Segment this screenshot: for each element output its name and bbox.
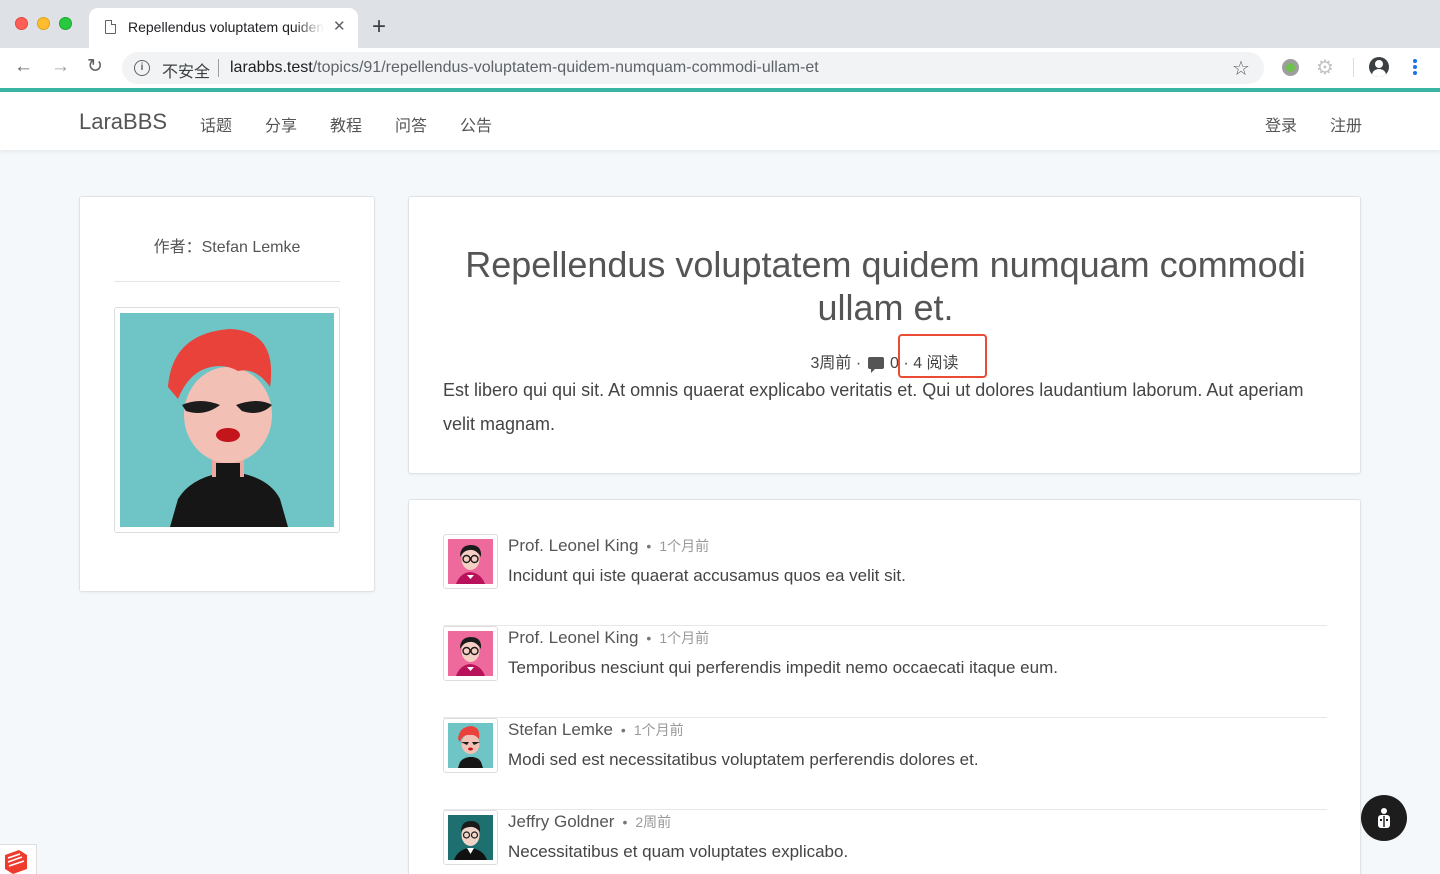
nav-link-announcement[interactable]: 公告 xyxy=(460,112,492,136)
reply-author[interactable]: Prof. Leonel King xyxy=(508,628,638,647)
topic-meta: 3周前 · 0 · 4 阅读 xyxy=(409,349,1360,373)
back-icon[interactable]: ← xyxy=(14,56,33,78)
toolbar-divider xyxy=(1353,58,1354,77)
reply-author[interactable]: Jeffry Goldner xyxy=(508,812,614,831)
browser-toolbar: ← → ↻ i 不安全 larabbs.test/topics/91/repel… xyxy=(0,48,1440,88)
reload-icon[interactable]: ↻ xyxy=(87,56,103,78)
info-icon[interactable]: i xyxy=(134,60,150,76)
topic-title: Repellendus voluptatem quidem numquam co… xyxy=(465,244,1306,328)
reply-avatar[interactable] xyxy=(443,810,498,865)
reply-text: Incidunt qui iste quaerat accusamus quos… xyxy=(508,566,906,585)
avatar-red-hair-illustration xyxy=(448,723,493,768)
avatar-pink-glasses-illustration xyxy=(448,631,493,676)
forward-icon[interactable]: → xyxy=(51,56,70,78)
author-divider xyxy=(114,281,340,282)
extension-gear-icon[interactable]: ⚙ xyxy=(1316,55,1334,80)
avatar-pink-glasses-illustration xyxy=(448,539,493,584)
avatar-red-hair-illustration xyxy=(120,313,334,527)
window-close-button[interactable] xyxy=(15,17,28,30)
window-minimize-button[interactable] xyxy=(37,17,50,30)
nav-link-tutorial[interactable]: 教程 xyxy=(330,112,362,136)
reply-item: Prof. Leonel King • 1个月前 Temporibus nesciu… xyxy=(443,626,1327,718)
tab-close-icon[interactable]: ✕ xyxy=(333,18,346,36)
browser-tab[interactable]: Repellendus voluptatem quidem numquam co… xyxy=(89,8,358,48)
debug-bar-button[interactable] xyxy=(1361,795,1407,841)
author-label: 作者：Stefan Lemke xyxy=(153,239,301,256)
url-path: /topics/91/repellendus-voluptatem-quidem… xyxy=(312,59,819,76)
security-label: 不安全 xyxy=(162,64,211,81)
address-bar[interactable]: i 不安全 larabbs.test/topics/91/repellendus… xyxy=(122,52,1264,84)
omnibox-divider xyxy=(218,59,219,77)
reply-dot: • xyxy=(646,538,652,554)
author-avatar[interactable] xyxy=(114,307,340,533)
reply-time: 1个月前 xyxy=(633,722,684,738)
reply-avatar[interactable] xyxy=(443,718,498,773)
document-icon xyxy=(105,20,116,34)
reply-dot: • xyxy=(622,814,628,830)
nav-link-share[interactable]: 分享 xyxy=(265,112,297,136)
url-text[interactable]: larabbs.test/topics/91/repellendus-volup… xyxy=(230,59,819,77)
site-navbar: LaraBBS 话题 分享 教程 问答 公告 登录 注册 xyxy=(0,92,1440,150)
url-host: larabbs.test xyxy=(230,59,313,76)
topic-body: Est libero qui qui sit. At omnis quaerat… xyxy=(443,380,1304,434)
tab-title: Repellendus voluptatem quidem numquam co… xyxy=(128,19,324,35)
reply-dot: • xyxy=(646,630,652,646)
meta-separator: · xyxy=(855,355,866,372)
reply-item: Jeffry Goldner • 2周前 Necessitatibus et qua… xyxy=(443,810,1327,874)
reply-author[interactable]: Stefan Lemke xyxy=(508,720,613,739)
extension-status-icon[interactable] xyxy=(1282,59,1299,76)
reply-item: Prof. Leonel King • 1个月前 Incidunt qui iste… xyxy=(443,534,1327,626)
view-count-highlight xyxy=(898,334,987,378)
reply-time: 1个月前 xyxy=(659,538,710,554)
nav-link-qa[interactable]: 问答 xyxy=(395,112,427,136)
new-tab-button[interactable]: + xyxy=(372,15,386,39)
reply-author[interactable]: Prof. Leonel King xyxy=(508,536,638,555)
bug-icon xyxy=(1378,808,1390,828)
replies-card: Prof. Leonel King • 1个月前 Incidunt qui iste… xyxy=(408,499,1361,874)
reply-time: 2周前 xyxy=(635,814,672,830)
reply-item: Stefan Lemke • 1个月前 Modi sed est necessita… xyxy=(443,718,1327,810)
star-icon[interactable]: ☆ xyxy=(1232,56,1250,81)
register-link[interactable]: 注册 xyxy=(1330,112,1362,136)
reply-avatar[interactable] xyxy=(443,534,498,589)
avatar-teal-man-illustration xyxy=(448,815,493,860)
reply-text: Temporibus nesciunt qui perferendis impe… xyxy=(508,658,1058,677)
reply-avatar[interactable] xyxy=(443,626,498,681)
topic-created-time: 3周前 xyxy=(810,355,852,372)
nav-link-topics[interactable]: 话题 xyxy=(200,112,232,136)
reply-time: 1个月前 xyxy=(659,630,710,646)
laravel-icon xyxy=(5,850,27,874)
account-icon[interactable] xyxy=(1369,57,1389,77)
author-card: 作者：Stefan Lemke xyxy=(79,196,375,592)
login-link[interactable]: 登录 xyxy=(1265,112,1297,136)
comment-icon xyxy=(867,357,884,373)
laravel-badge[interactable] xyxy=(0,844,37,874)
topic-card: Repellendus voluptatem quidem numquam co… xyxy=(408,196,1361,474)
reply-dot: • xyxy=(620,722,626,738)
menu-icon[interactable] xyxy=(1413,59,1417,77)
reply-text: Necessitatibus et quam voluptates explic… xyxy=(508,842,849,861)
brand-logo[interactable]: LaraBBS xyxy=(79,109,167,135)
window-maximize-button[interactable] xyxy=(59,17,72,30)
browser-titlebar: Repellendus voluptatem quidem numquam co… xyxy=(0,0,1440,48)
reply-text: Modi sed est necessitatibus voluptatem p… xyxy=(508,750,979,769)
